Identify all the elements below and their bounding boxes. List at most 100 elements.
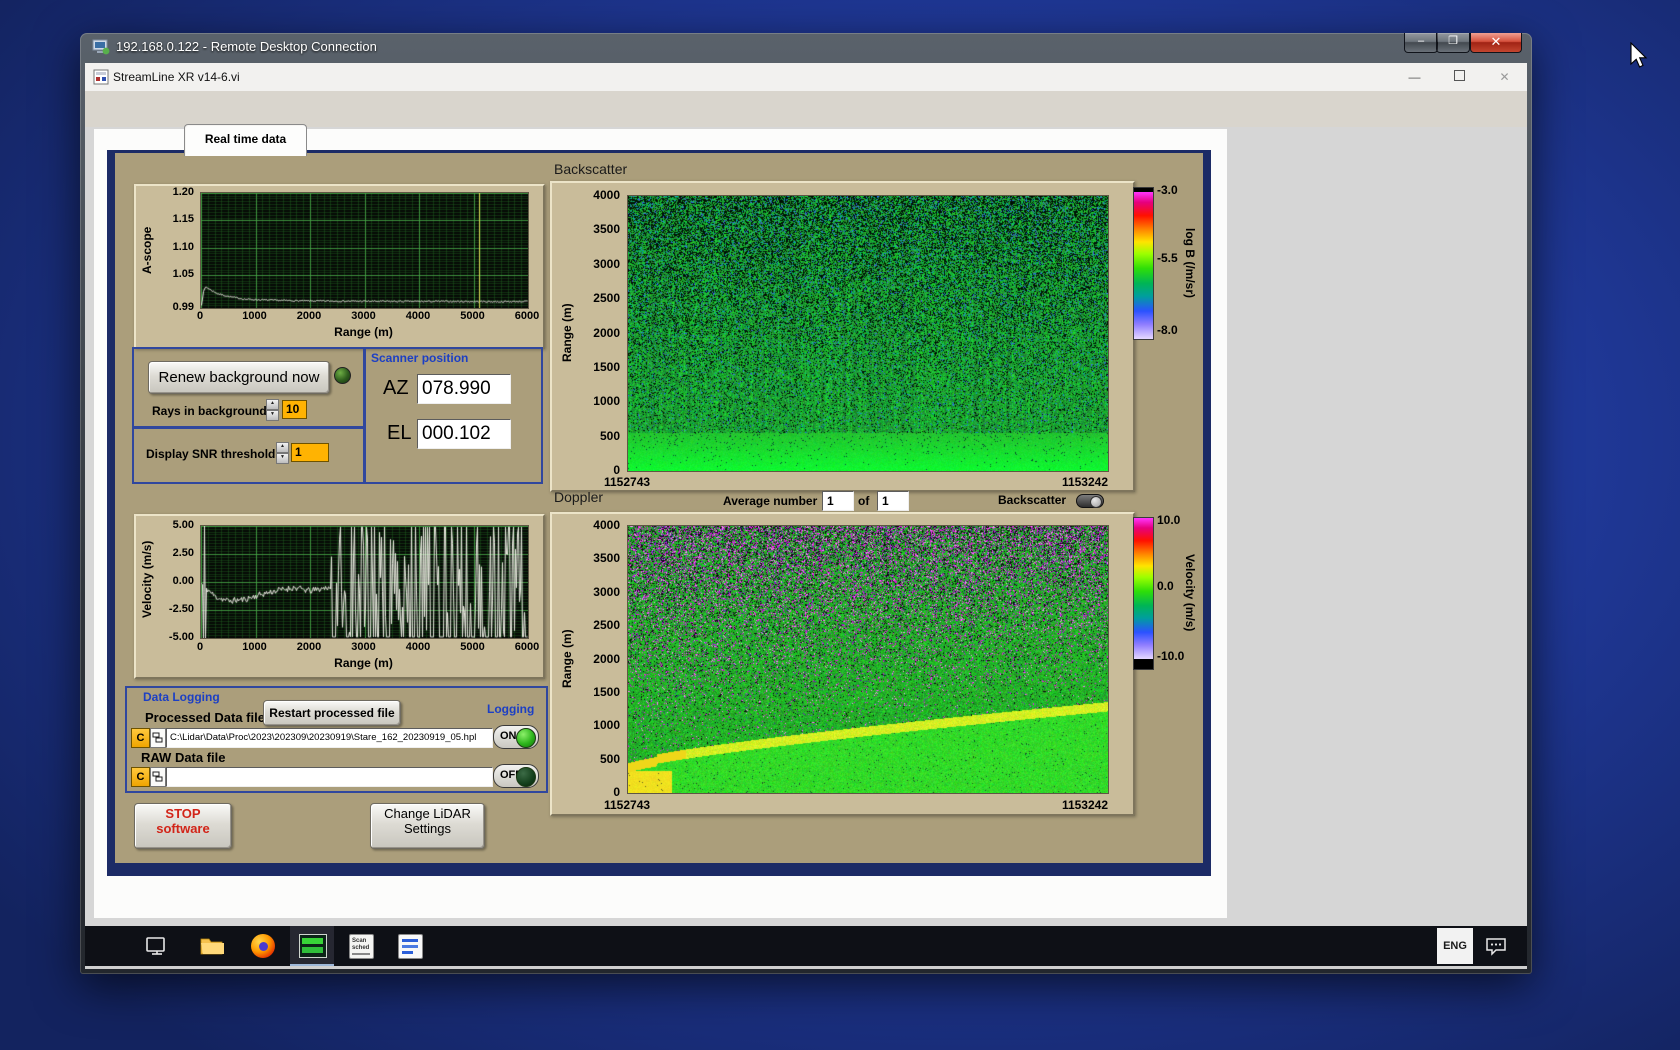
tick-label: 2000 (296, 641, 322, 653)
ascope-x-axis-label: Range (m) (334, 325, 393, 339)
tick-label: 5.00 (172, 519, 194, 531)
file-explorer-icon[interactable] (199, 935, 225, 962)
tick-label: 3000 (593, 584, 620, 599)
stop-software-button[interactable]: STOP software (134, 803, 232, 849)
tab-real-time-data[interactable]: Real time data (184, 124, 307, 156)
el-value-field: 000.102 (417, 419, 511, 449)
tick-label: 1000 (593, 394, 620, 409)
backscatter-chart: Range (m) 4000 3500 3000 2500 2000 1500 1000 50… (550, 181, 1135, 492)
doppler-y-ticks: 4000 3500 3000 2500 2000 1500 1000 500 0 (562, 518, 622, 799)
az-value-field: 078.990 (417, 374, 511, 404)
tick-label: 500 (599, 751, 620, 766)
spin-down-icon[interactable]: ▼ (276, 453, 289, 464)
stop-button-line1: STOP (165, 806, 201, 821)
rays-spinner[interactable]: ▲ ▼ (266, 399, 279, 421)
raw-drive-button[interactable]: C (131, 767, 150, 787)
raw-browse-button[interactable] (150, 767, 166, 787)
scan-scheduler-icon[interactable]: Scan sched (349, 934, 374, 959)
average-count-field: 1 (877, 491, 909, 511)
processed-browse-button[interactable] (150, 728, 166, 748)
tick-label: 2000 (296, 310, 322, 322)
tick-label: 1.10 (172, 240, 194, 253)
spin-up-icon[interactable]: ▲ (276, 442, 289, 453)
app-minimize-button[interactable]: — (1392, 63, 1437, 91)
velocity-chart: Velocity (m/s) 5.00 2.50 0.00 -2.50 -5.00 01… (134, 514, 545, 679)
doppler-x-end: 1153242 (1061, 798, 1108, 812)
snr-threshold-label: Display SNR threshold (146, 447, 276, 461)
app-restore-button[interactable] (1437, 63, 1482, 91)
tick-label: 1.20 (172, 186, 194, 198)
backscatter-x-end: 1153242 (1061, 475, 1108, 489)
tick-label: 6000 (514, 310, 540, 322)
rdp-maximize-button[interactable]: ❐ (1436, 33, 1470, 53)
tick-label: -10.0 (1157, 648, 1185, 663)
tick-label: -5.5 (1157, 250, 1178, 265)
labview-vi-icon (93, 69, 109, 90)
raw-path-field[interactable] (166, 767, 493, 787)
restart-processed-file-button[interactable]: Restart processed file (263, 700, 401, 726)
spin-up-icon[interactable]: ▲ (266, 399, 279, 410)
velocity-plot (200, 525, 529, 639)
snr-value-field[interactable]: 1 (291, 443, 329, 462)
processed-data-file-label: Processed Data file (145, 710, 265, 725)
rays-in-background-label: Rays in background (152, 404, 267, 418)
app-window-title: StreamLine XR v14-6.vi (113, 70, 240, 84)
tick-label: 1000 (242, 641, 267, 653)
processed-drive-button[interactable]: C (131, 728, 150, 748)
processed-path-field[interactable]: C:\Lidar\Data\Proc\2023\202309\20230919\… (166, 728, 493, 748)
tick-label: -2.50 (168, 603, 194, 615)
backscatter-colorbar-label: log B (/m/sr) (1183, 227, 1197, 298)
backscatter-plot (627, 195, 1109, 472)
doppler-colorbar (1133, 517, 1154, 670)
average-number-label: Average number (723, 494, 818, 508)
az-label: AZ (383, 377, 409, 399)
tick-label: 4000 (405, 641, 431, 653)
rdp-close-button[interactable]: ✕ (1470, 33, 1522, 53)
average-number-input[interactable]: 1 (822, 491, 854, 511)
velocity-y-ticks: 5.00 2.50 0.00 -2.50 -5.00 (136, 519, 196, 643)
language-indicator[interactable]: ENG (1437, 928, 1473, 964)
spin-down-icon[interactable]: ▼ (266, 410, 279, 421)
rdp-minimize-button[interactable]: – (1404, 33, 1438, 53)
tick-label: -5.00 (168, 631, 194, 643)
app-titlebar: StreamLine XR v14-6.vi — ✕ (85, 63, 1527, 92)
rdp-window: 192.168.0.122 - Remote Desktop Connectio… (80, 33, 1532, 974)
backscatter-colorbar (1133, 187, 1154, 340)
notification-chat-icon[interactable] (1485, 936, 1507, 961)
tick-label: -3.0 (1157, 183, 1178, 198)
renew-background-button[interactable]: Renew background now (148, 361, 330, 394)
scan-icon-text2: sched (352, 945, 370, 951)
tick-label: 3000 (593, 256, 620, 271)
snr-spinner[interactable]: ▲ ▼ (276, 442, 289, 464)
average-of-label: of (858, 494, 870, 508)
change-lidar-settings-button[interactable]: Change LiDAR Settings (370, 803, 485, 849)
processed-logging-toggle[interactable]: ON (493, 725, 539, 749)
tick-label: 0 (196, 310, 204, 322)
desktop: 192.168.0.122 - Remote Desktop Connectio… (0, 0, 1680, 1050)
rays-value-field[interactable]: 10 (282, 400, 307, 419)
tick-label: 500 (599, 428, 620, 443)
tick-label: 0.00 (172, 575, 194, 587)
taskbar-edge (85, 966, 1527, 969)
ascope-chart: A-scope 1.20 1.15 1.10 1.05 0.99 0 1000 2000 30… (134, 184, 545, 349)
firefox-icon[interactable] (251, 934, 275, 958)
toggle-knob[interactable] (1090, 496, 1102, 508)
doppler-chart: Range (m) 4000 3500 3000 2500 2000 1500 1000 50… (550, 512, 1135, 816)
task-view-icon[interactable] (144, 934, 170, 963)
scheduler-doc-icon[interactable] (398, 934, 423, 959)
doppler-plot (627, 525, 1109, 794)
tick-label: 4000 (405, 310, 431, 322)
tick-label: 10.0 (1157, 513, 1181, 528)
backscatter-doppler-toggle[interactable] (1076, 494, 1104, 508)
background-group-box: Renew background now Rays in background … (132, 347, 366, 429)
tick-label: 0.0 (1157, 579, 1174, 594)
backscatter-toggle-label: Backscatter (998, 493, 1067, 507)
backscatter-x-start: 1152743 (604, 475, 651, 489)
app-close-button[interactable]: ✕ (1482, 63, 1527, 91)
doppler-x-start: 1152743 (604, 798, 651, 812)
tick-label: 2000 (593, 325, 620, 340)
raw-logging-toggle[interactable]: OFF (493, 764, 539, 788)
tick-label: 2.50 (172, 547, 194, 559)
active-app-button[interactable] (290, 926, 334, 966)
ascope-plot (200, 192, 529, 309)
